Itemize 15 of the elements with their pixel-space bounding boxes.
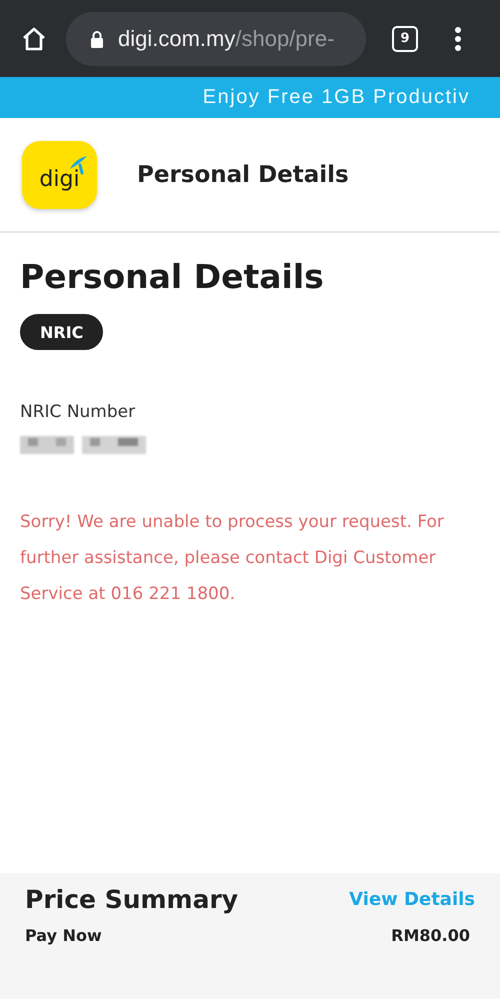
address-bar[interactable]: digi.com.my/shop/pre- [66, 12, 366, 66]
field-label: NRIC Number [20, 402, 136, 422]
promo-text: Enjoy Free 1GB Productiv [202, 86, 470, 109]
lock-icon [90, 30, 104, 48]
digi-logo: digi [22, 140, 97, 208]
page-title: Personal Details [137, 162, 349, 188]
error-message: Sorry! We are unable to process your request. For further assistance, please contact Digi Customer Service at 016 221 1800. [20, 511, 445, 606]
section-heading: Personal Details [20, 257, 325, 296]
tab-count-button[interactable]: 9 [392, 26, 418, 52]
price-value: RM80.00 [391, 926, 470, 945]
id-type-chip[interactable]: NRIC [20, 314, 104, 350]
price-label: Pay Now [25, 926, 102, 945]
url-text: digi.com.my/shop/pre- [118, 26, 334, 52]
menu-icon[interactable] [454, 26, 462, 52]
summary-title: Price Summary [25, 885, 238, 914]
